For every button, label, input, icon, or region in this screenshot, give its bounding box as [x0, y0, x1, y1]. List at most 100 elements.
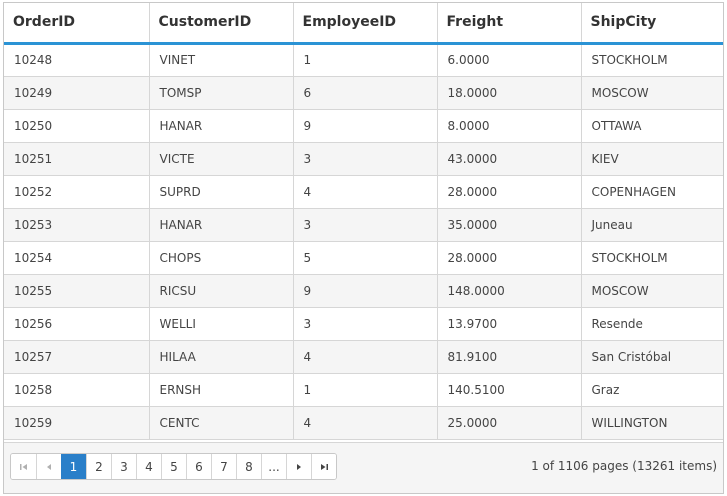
cell-customerid: HILAA	[148, 340, 293, 374]
cell-shipcity: San Cristóbal	[580, 340, 723, 374]
cell-orderid: 10250	[4, 109, 149, 143]
cell-orderid: 10257	[4, 340, 149, 374]
cell-customerid: CENTC	[148, 406, 293, 440]
cell-customerid: SUPRD	[148, 175, 293, 209]
table-row[interactable]: 10255 RICSU 9 148.0000 MOSCOW	[4, 274, 723, 308]
cell-freight: 35.0000	[436, 208, 581, 242]
cell-employeeid: 5	[292, 241, 437, 275]
cell-freight: 13.9700	[436, 307, 581, 341]
previous-page-icon	[47, 463, 51, 470]
cell-employeeid: 4	[292, 406, 437, 440]
column-header-shipcity[interactable]: ShipCity	[580, 3, 723, 45]
page-button-6[interactable]: 6	[186, 454, 211, 479]
header-row: OrderID CustomerID EmployeeID Freight Sh…	[4, 3, 723, 45]
cell-freight: 8.0000	[436, 109, 581, 143]
column-header-customerid[interactable]: CustomerID	[148, 3, 293, 45]
cell-orderid: 10259	[4, 406, 149, 440]
page-button-5[interactable]: 5	[161, 454, 186, 479]
cell-customerid: VICTE	[148, 142, 293, 176]
table-row[interactable]: 10248 VINET 1 6.0000 STOCKHOLM	[4, 43, 723, 77]
last-page-icon	[321, 463, 328, 470]
page-button-4[interactable]: 4	[136, 454, 161, 479]
cell-employeeid: 4	[292, 340, 437, 374]
cell-orderid: 10255	[4, 274, 149, 308]
cell-orderid: 10253	[4, 208, 149, 242]
table-row[interactable]: 10253 HANAR 3 35.0000 Juneau	[4, 208, 723, 242]
cell-employeeid: 3	[292, 142, 437, 176]
cell-freight: 28.0000	[436, 241, 581, 275]
cell-shipcity: WILLINGTON	[580, 406, 723, 440]
cell-shipcity: Resende	[580, 307, 723, 341]
cell-shipcity: STOCKHOLM	[580, 43, 723, 77]
cell-freight: 18.0000	[436, 76, 581, 110]
cell-employeeid: 1	[292, 373, 437, 407]
cell-shipcity: KIEV	[580, 142, 723, 176]
cell-customerid: HANAR	[148, 109, 293, 143]
page-button-8[interactable]: 8	[236, 454, 261, 479]
column-header-employeeid[interactable]: EmployeeID	[292, 3, 437, 45]
column-header-orderid[interactable]: OrderID	[4, 3, 149, 45]
data-grid: OrderID CustomerID EmployeeID Freight Sh…	[3, 2, 724, 494]
table-row[interactable]: 10252 SUPRD 4 28.0000 COPENHAGEN	[4, 175, 723, 209]
first-page-icon	[19, 463, 27, 470]
page-button-7[interactable]: 7	[211, 454, 236, 479]
pager: 1 2 3 4 5 6 7 8... 1 of 1106 pages (13261 items…	[4, 442, 723, 493]
cell-shipcity: OTTAWA	[580, 109, 723, 143]
cell-freight: 43.0000	[436, 142, 581, 176]
cell-orderid: 10258	[4, 373, 149, 407]
cell-shipcity: Graz	[580, 373, 723, 407]
cell-customerid: CHOPS	[148, 241, 293, 275]
column-header-freight[interactable]: Freight	[436, 3, 581, 45]
table-row[interactable]: 10249 TOMSP 6 18.0000 MOSCOW	[4, 76, 723, 110]
page-button-2[interactable]: 2	[86, 454, 111, 479]
cell-shipcity: STOCKHOLM	[580, 241, 723, 275]
cell-customerid: TOMSP	[148, 76, 293, 110]
cell-customerid: VINET	[148, 43, 293, 77]
cell-shipcity: COPENHAGEN	[580, 175, 723, 209]
page-ellipsis-button[interactable]: ...	[261, 454, 286, 479]
page-button-1[interactable]: 1	[61, 454, 86, 479]
cell-freight: 148.0000	[436, 274, 581, 308]
cell-freight: 25.0000	[436, 406, 581, 440]
cell-shipcity: Juneau	[580, 208, 723, 242]
pager-info: 1 of 1106 pages (13261 items)	[531, 459, 717, 473]
pager-buttons: 1 2 3 4 5 6 7 8...	[10, 453, 337, 480]
cell-shipcity: MOSCOW	[580, 274, 723, 308]
cell-orderid: 10248	[4, 43, 149, 77]
first-page-button[interactable]	[11, 454, 36, 479]
cell-employeeid: 6	[292, 76, 437, 110]
cell-employeeid: 3	[292, 208, 437, 242]
cell-freight: 28.0000	[436, 175, 581, 209]
last-page-button[interactable]	[311, 454, 336, 479]
cell-orderid: 10249	[4, 76, 149, 110]
cell-orderid: 10252	[4, 175, 149, 209]
table-row[interactable]: 10254 CHOPS 5 28.0000 STOCKHOLM	[4, 241, 723, 275]
cell-freight: 140.5100	[436, 373, 581, 407]
cell-orderid: 10251	[4, 142, 149, 176]
cell-customerid: ERNSH	[148, 373, 293, 407]
cell-freight: 81.9100	[436, 340, 581, 374]
table-row[interactable]: 10259 CENTC 4 25.0000 WILLINGTON	[4, 406, 723, 440]
table-row[interactable]: 10256 WELLI 3 13.9700 Resende	[4, 307, 723, 341]
next-page-icon	[297, 463, 301, 470]
cell-employeeid: 3	[292, 307, 437, 341]
previous-page-button[interactable]	[36, 454, 61, 479]
page-button-3[interactable]: 3	[111, 454, 136, 479]
cell-employeeid: 9	[292, 274, 437, 308]
table-row[interactable]: 10258 ERNSH 1 140.5100 Graz	[4, 373, 723, 407]
cell-customerid: HANAR	[148, 208, 293, 242]
cell-employeeid: 9	[292, 109, 437, 143]
next-page-button[interactable]	[286, 454, 311, 479]
table-row[interactable]: 10251 VICTE 3 43.0000 KIEV	[4, 142, 723, 176]
cell-employeeid: 4	[292, 175, 437, 209]
cell-shipcity: MOSCOW	[580, 76, 723, 110]
cell-orderid: 10256	[4, 307, 149, 341]
grid-table: OrderID CustomerID EmployeeID Freight Sh…	[4, 3, 723, 440]
cell-freight: 6.0000	[436, 43, 581, 77]
table-row[interactable]: 10250 HANAR 9 8.0000 OTTAWA	[4, 109, 723, 143]
cell-orderid: 10254	[4, 241, 149, 275]
cell-employeeid: 1	[292, 43, 437, 77]
cell-customerid: RICSU	[148, 274, 293, 308]
cell-customerid: WELLI	[148, 307, 293, 341]
table-row[interactable]: 10257 HILAA 4 81.9100 San Cristóbal	[4, 340, 723, 374]
